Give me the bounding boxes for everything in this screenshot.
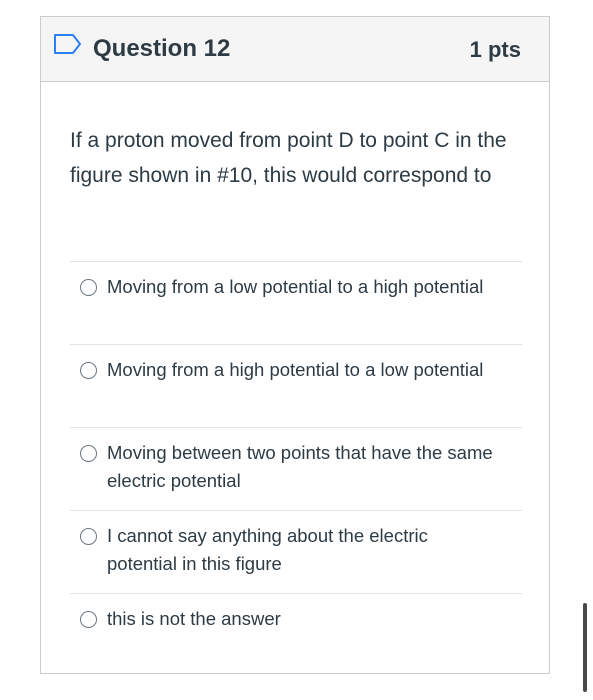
- radio-button[interactable]: [80, 445, 97, 462]
- answer-option[interactable]: Moving from a high potential to a low po…: [70, 344, 522, 427]
- radio-button[interactable]: [80, 528, 97, 545]
- radio-button[interactable]: [80, 611, 97, 628]
- answer-option[interactable]: I cannot say anything about the electric…: [70, 510, 522, 593]
- scrollbar-thumb[interactable]: [583, 603, 587, 692]
- answer-list: Moving from a low potential to a high po…: [70, 261, 522, 676]
- answer-label[interactable]: I cannot say anything about the electric…: [107, 522, 497, 578]
- answer-label[interactable]: this is not the answer: [107, 605, 497, 633]
- answer-option[interactable]: Moving between two points that have the …: [70, 427, 522, 510]
- bookmark-flag-icon[interactable]: [53, 33, 83, 55]
- answer-label[interactable]: Moving between two points that have the …: [107, 439, 497, 495]
- answer-label[interactable]: Moving from a low potential to a high po…: [107, 273, 497, 301]
- answer-label[interactable]: Moving from a high potential to a low po…: [107, 356, 497, 384]
- radio-button[interactable]: [80, 279, 97, 296]
- answer-option[interactable]: this is not the answer: [70, 593, 522, 676]
- question-header: Question 12 1 pts: [41, 17, 549, 82]
- question-text: If a proton moved from point D to point …: [70, 129, 507, 187]
- question-title: Question 12: [93, 35, 231, 62]
- radio-button[interactable]: [80, 362, 97, 379]
- question-points: 1 pts: [469, 37, 521, 62]
- question-card: Question 12 1 pts If a proton moved from…: [40, 16, 550, 674]
- answer-option[interactable]: Moving from a low potential to a high po…: [70, 261, 522, 344]
